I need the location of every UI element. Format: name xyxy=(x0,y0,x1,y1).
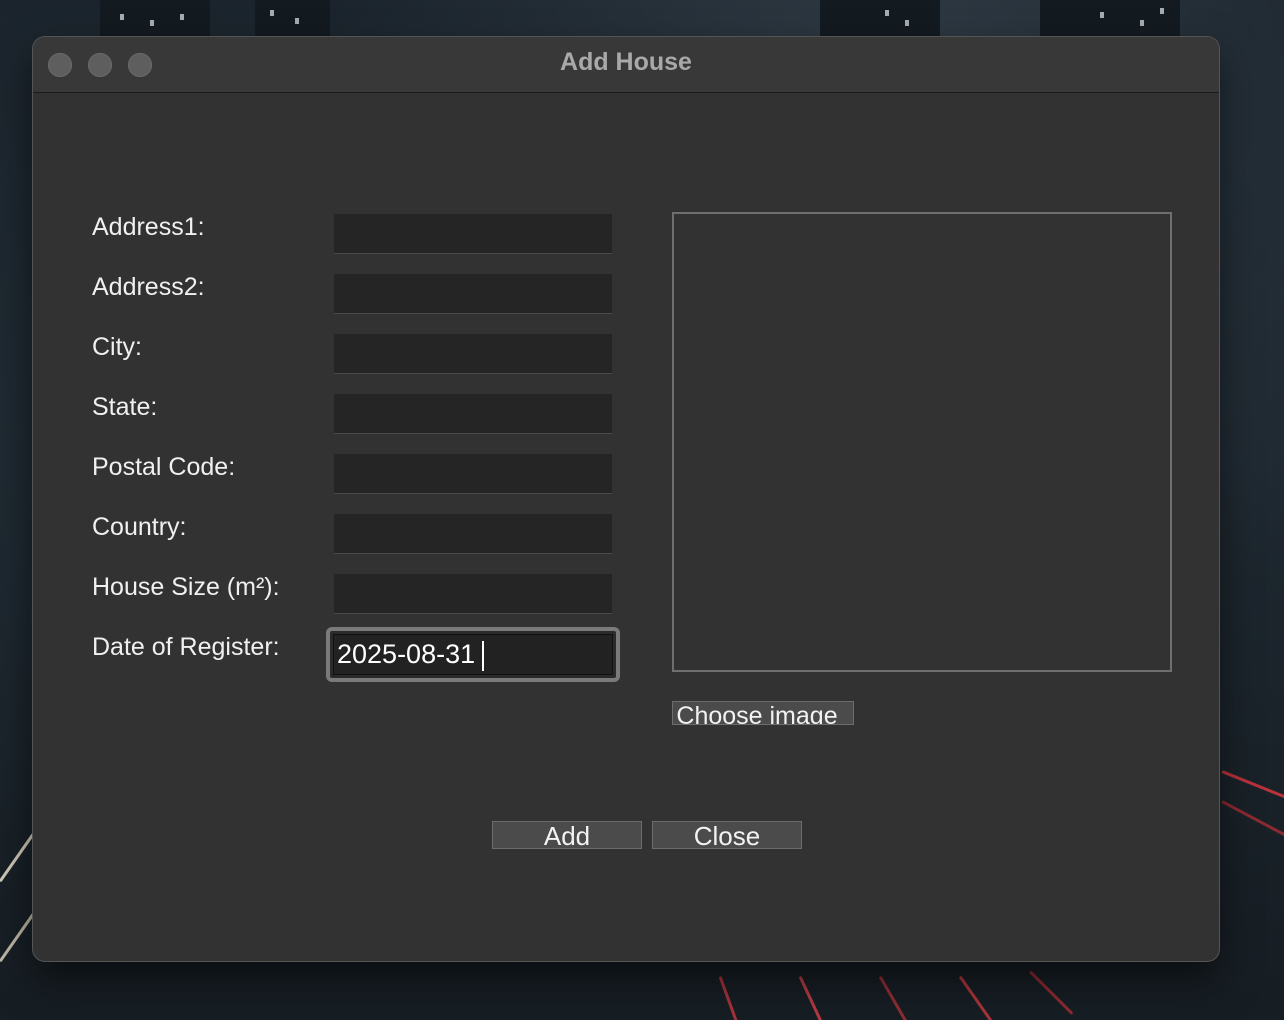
wallpaper-streak xyxy=(1221,770,1284,803)
city-label: City: xyxy=(92,333,142,361)
wallpaper-building xyxy=(820,0,940,36)
titlebar[interactable]: Add House xyxy=(33,37,1219,93)
city-field[interactable] xyxy=(334,334,612,374)
address2-label: Address2: xyxy=(92,273,205,301)
house-size-label: House Size (m²): xyxy=(92,573,280,601)
wallpaper-streak xyxy=(798,975,827,1020)
wallpaper-streak xyxy=(718,975,742,1020)
wallpaper-light xyxy=(270,10,274,16)
choose-image-button[interactable]: Choose image xyxy=(672,701,854,725)
wallpaper-streak xyxy=(1028,970,1074,1015)
close-button[interactable]: Close xyxy=(652,821,802,849)
wallpaper-light xyxy=(1100,12,1104,18)
address2-field[interactable] xyxy=(334,274,612,314)
wallpaper-light xyxy=(885,10,889,16)
wallpaper-building xyxy=(255,0,330,36)
wallpaper-light xyxy=(150,20,154,26)
country-label: Country: xyxy=(92,513,187,541)
wallpaper-light xyxy=(295,18,299,24)
address1-field[interactable] xyxy=(334,214,612,254)
wallpaper-light xyxy=(180,14,184,20)
wallpaper-building xyxy=(100,0,210,36)
wallpaper-light xyxy=(905,20,909,26)
date-of-register-field[interactable] xyxy=(333,634,613,675)
wallpaper-light xyxy=(120,14,124,20)
choose-image-label: Choose image xyxy=(676,702,838,725)
image-preview xyxy=(672,212,1172,672)
wallpaper-streak xyxy=(1221,800,1284,841)
add-button[interactable]: Add xyxy=(492,821,642,849)
add-house-dialog: Add House Address1: Address2: City: Stat… xyxy=(33,37,1219,961)
wallpaper-streak xyxy=(878,975,912,1020)
address1-label: Address1: xyxy=(92,213,205,241)
wallpaper-streak xyxy=(958,975,996,1020)
wallpaper-light xyxy=(1160,8,1164,14)
state-label: State: xyxy=(92,393,158,421)
wallpaper-light xyxy=(1140,20,1144,26)
postal-code-label: Postal Code: xyxy=(92,453,236,481)
house-size-field[interactable] xyxy=(334,574,612,614)
postal-code-field[interactable] xyxy=(334,454,612,494)
date-of-register-focus-ring xyxy=(326,627,620,682)
state-field[interactable] xyxy=(334,394,612,434)
wallpaper-building xyxy=(1040,0,1180,36)
window-title: Add House xyxy=(560,48,692,76)
text-caret xyxy=(482,641,484,671)
country-field[interactable] xyxy=(334,514,612,554)
date-of-register-label: Date of Register: xyxy=(92,633,280,661)
